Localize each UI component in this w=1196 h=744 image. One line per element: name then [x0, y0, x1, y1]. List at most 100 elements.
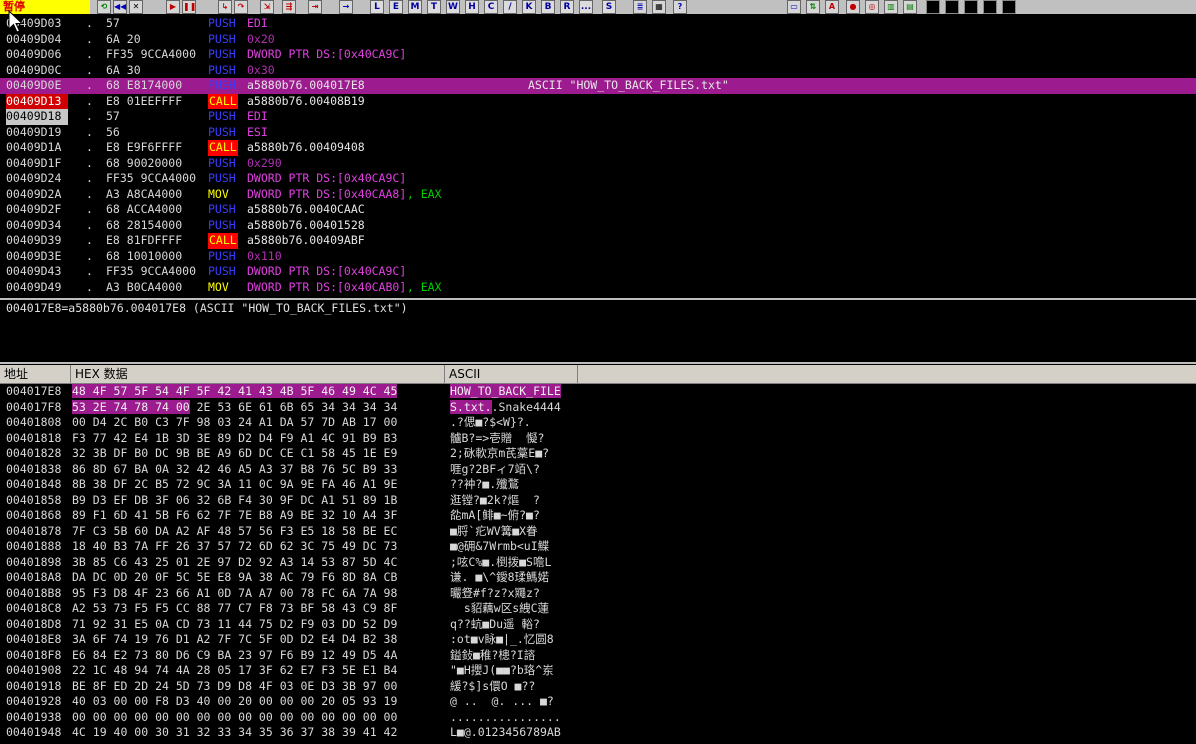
dump-row[interactable]: 00401878 7F C3 5B 60 DA A2 AF 48 57 56 F3… [0, 524, 1196, 540]
window-handles-button[interactable]: H [465, 0, 479, 14]
disasm-row[interactable]: 00409D0C. 6A 30 PUSH 0x30 [0, 63, 1196, 79]
plugin-4-icon[interactable]: ● [846, 0, 860, 14]
pause-icon[interactable]: ❚❚ [182, 0, 196, 14]
plugin-5-icon[interactable]: ◎ [865, 0, 879, 14]
mouse-pointer-icon [8, 10, 24, 33]
dump-row[interactable]: 00401918 BE 8F ED 2D 24 5D 73 D9 D8 4F 03… [0, 679, 1196, 695]
disasm-row[interactable]: 00409D2F. 68 ACCA4000 PUSH a5880b76.0040CAA… [0, 202, 1196, 218]
window-source-button[interactable]: S [602, 0, 616, 14]
column-header-address[interactable]: 地址 [0, 365, 71, 384]
window-log-button[interactable]: L [370, 0, 384, 14]
dump-row[interactable]: 00401828 32 3B DF B0 DC 9B BE A9 6D DC CE… [0, 446, 1196, 462]
help-icon[interactable]: ? [673, 0, 687, 14]
disasm-row[interactable]: 00409D03. 57 PUSH EDI [0, 16, 1196, 32]
plugin-1-icon[interactable]: ▭ [787, 0, 801, 14]
disasm-marker: . [86, 62, 93, 77]
window-windows-button[interactable]: W [446, 0, 460, 14]
disasm-row[interactable]: 00409D1F. 68 90020000 PUSH 0x290 [0, 156, 1196, 172]
disasm-row[interactable]: 00409D3E. 68 10010000 PUSH 0x110 [0, 249, 1196, 265]
disasm-row[interactable]: 00409D39. E8 81FDFFFF CALL a5880b76.00409AB… [0, 233, 1196, 249]
dump-row[interactable]: 004018C8 A2 53 73 F5 F5 CC 88 77 C7 F8 73… [0, 601, 1196, 617]
dump-address: 00401938 [6, 709, 62, 724]
dump-row[interactable]: 004018B8 95 F3 D8 4F 23 66 A1 0D 7A A7 00… [0, 586, 1196, 602]
disasm-address: 00409D0E [6, 78, 62, 92]
disassembly-pane[interactable]: 00409D03. 57 PUSH EDI 00409D04. 6A 20 PUSH 0x20… [0, 16, 1196, 298]
window-patches-button[interactable]: / [503, 0, 517, 14]
disasm-row[interactable]: 00409D13. E8 01EEFFFF CALL a5880b76.00408B1… [0, 93, 1196, 109]
plugin-7-icon[interactable]: ▤ [903, 0, 917, 14]
dump-row[interactable]: 00401818 F3 77 42 E4 1B 3D 3E 89 D2 D4 F9… [0, 431, 1196, 447]
dump-row[interactable]: 004017F8 53 2E 74 78 74 00 2E 53 6E 61 6B… [0, 399, 1196, 416]
disasm-row[interactable]: 00409D18. 57 PUSH EDI [0, 109, 1196, 125]
window-breakpoints-button[interactable]: B [541, 0, 555, 14]
disasm-row[interactable]: 00409D2A. A3 A8CA4000 MOV DWORD PTR DS:[0x4… [0, 187, 1196, 203]
disasm-marker: . [86, 171, 93, 185]
dump-row[interactable]: 00401898 3B 85 C6 43 25 01 2E 97 D2 92 A3… [0, 555, 1196, 571]
dump-row[interactable]: 004018A8 DA DC 0D 20 0F 5C 5E E8 9A 38 AC… [0, 570, 1196, 586]
disasm-row[interactable]: 00409D24. FF35 9CCA4000 PUSH DWORD PTR DS:[… [0, 171, 1196, 187]
disasm-row[interactable]: 00409D43. FF35 9CCA4000 PUSH DWORD PTR DS:[… [0, 264, 1196, 280]
plugin-6-icon[interactable]: ▥ [884, 0, 898, 14]
dump-row[interactable]: 00401908 22 1C 48 94 74 4A 28 05 17 3F 62… [0, 663, 1196, 679]
dump-address: 004018D8 [6, 616, 62, 631]
plugin-2-icon[interactable]: ⇅ [806, 0, 820, 14]
empty-slot-icon [926, 0, 940, 14]
execute-till-return-icon[interactable]: ⇥ [308, 0, 322, 14]
disasm-operand: DWORD PTR DS:[0x40CA9C] [247, 47, 407, 61]
dump-row[interactable]: 004018F8 E6 84 E2 73 80 D6 C9 BA 23 97 F6… [0, 648, 1196, 664]
disasm-marker: . [86, 78, 93, 92]
window-references-button[interactable]: R [560, 0, 574, 14]
dump-address: 00401858 [6, 492, 62, 507]
dump-row[interactable]: 004017E8 48 4F 57 5F 54 4F 5F 42 41 43 4B… [0, 384, 1196, 400]
restart-icon[interactable]: ⟲ [97, 0, 111, 14]
trace-into-icon[interactable]: ⇲ [260, 0, 274, 14]
rewind-icon[interactable]: ◀◀ [113, 0, 127, 14]
close-icon[interactable]: ✕ [129, 0, 143, 14]
disasm-hex: 68 E8174000 [106, 78, 183, 92]
dump-row[interactable]: 00401948 4C 19 40 00 30 31 32 33 34 35 36… [0, 725, 1196, 741]
step-into-icon[interactable]: ↳ [218, 0, 232, 14]
disasm-row[interactable]: 00409D06. FF35 9CCA4000 PUSH DWORD PTR DS:[… [0, 47, 1196, 63]
disasm-marker: . [86, 233, 93, 247]
dump-row[interactable]: 00401858 B9 D3 EF DB 3F 06 32 6B F4 30 9F… [0, 493, 1196, 509]
dump-hex: 71 92 31 E5 0A CD 73 11 44 75 D2 F9 03 D… [72, 616, 398, 631]
dump-ascii: .?偲■?$<W}?. [450, 415, 531, 429]
window-run-trace-button[interactable]: ... [579, 0, 593, 14]
disasm-row[interactable]: 00409D19. 56 PUSH ESI [0, 125, 1196, 141]
column-header-ascii[interactable]: ASCII [445, 365, 578, 384]
trace-over-icon[interactable]: ⇶ [282, 0, 296, 14]
dump-row[interactable]: 004018D8 71 92 31 E5 0A CD 73 11 44 75 D2… [0, 617, 1196, 633]
step-over-icon[interactable]: ↷ [234, 0, 248, 14]
disasm-marker: . [86, 47, 93, 61]
column-header-hex[interactable]: HEX 数据 [71, 365, 445, 384]
goto-address-icon[interactable]: → [339, 0, 353, 14]
dump-row[interactable]: 00401888 18 40 B3 7A FF 26 37 57 72 6D 62… [0, 539, 1196, 555]
dump-row[interactable]: 00401928 40 03 00 00 F8 D3 40 00 20 00 00… [0, 694, 1196, 710]
dump-row[interactable]: 00401808 00 D4 2C B0 C3 7F 98 03 24 A1 DA… [0, 415, 1196, 431]
window-threads-button[interactable]: T [427, 0, 441, 14]
disasm-row[interactable]: 00409D1A. E8 E9F6FFFF CALL a5880b76.0040940… [0, 140, 1196, 156]
window-executables-button[interactable]: E [389, 0, 403, 14]
dump-address: 004018C8 [6, 601, 62, 615]
dump-address: 00401898 [6, 554, 62, 569]
dump-row[interactable]: 004018E8 3A 6F 74 19 76 D1 A2 7F 7C 5F 0D… [0, 632, 1196, 648]
dump-row[interactable]: 00401868 89 F1 6D 41 5B F6 62 7F 7E B8 A9… [0, 508, 1196, 524]
disasm-row[interactable]: 00409D0E. 68 E8174000 PUSH a5880b76.004017E… [0, 78, 1196, 94]
disasm-row[interactable]: 00409D04. 6A 20 PUSH 0x20 [0, 32, 1196, 48]
window-cpu-button[interactable]: C [484, 0, 498, 14]
memory-dump-pane[interactable]: 004017E8 48 4F 57 5F 54 4F 5F 42 41 43 4B… [0, 384, 1196, 744]
dump-ascii: HOW_TO_BACK_FILE [450, 384, 578, 400]
options-icon[interactable]: ▦ [652, 0, 666, 14]
window-memory-button[interactable]: M [408, 0, 422, 14]
plugin-3-icon[interactable]: A [825, 0, 839, 14]
disasm-marker: . [86, 279, 93, 294]
window-callstack-button[interactable]: K [522, 0, 536, 14]
list-icon[interactable]: ≣ [633, 0, 647, 14]
dump-row[interactable]: 00401848 8B 38 DF 2C B5 72 9C 3A 11 0C 9A… [0, 477, 1196, 493]
disasm-operand: EDI [247, 109, 268, 123]
disasm-row[interactable]: 00409D49. A3 B0CA4000 MOV DWORD PTR DS:[0x4… [0, 280, 1196, 296]
dump-row[interactable]: 00401838 86 8D 67 BA 0A 32 42 46 A5 A3 37… [0, 462, 1196, 478]
disasm-row[interactable]: 00409D34. 68 28154000 PUSH a5880b76.0040152… [0, 218, 1196, 234]
run-icon[interactable]: ▶ [166, 0, 180, 14]
dump-row[interactable]: 00401938 00 00 00 00 00 00 00 00 00 00 00… [0, 710, 1196, 726]
